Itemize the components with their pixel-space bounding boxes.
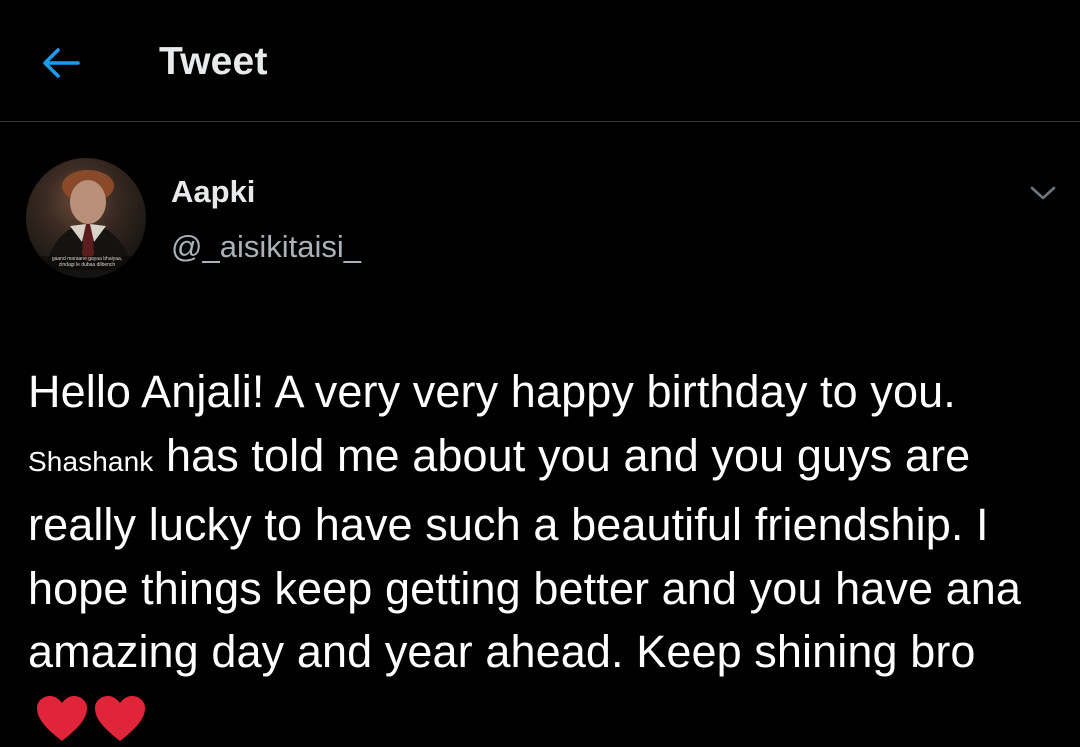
chevron-down-icon [1030, 186, 1056, 200]
mention-name: Shashank [28, 445, 154, 477]
avatar-caption: gaand maraane gayaa bhaiyaa, zindagi le … [51, 256, 123, 268]
avatar[interactable]: gaand maraane gayaa bhaiyaa, zindagi le … [26, 158, 146, 278]
more-options-button[interactable] [1022, 176, 1064, 210]
author-name[interactable]: Aapki [171, 174, 255, 210]
red-heart-icon [95, 695, 145, 741]
top-bar: Tweet [0, 0, 1080, 122]
arrow-left-icon [43, 48, 80, 78]
author-handle[interactable]: @_aisikitaisi_ [171, 229, 361, 265]
tweet-body: Hello Anjali! A very very happy birthday… [28, 360, 1058, 747]
page-title: Tweet [159, 40, 268, 83]
tweet-text-part1: Hello Anjali! A very very happy birthday… [28, 366, 956, 417]
heart-emojis [34, 694, 150, 744]
tweet-text-part2: has told me about you and you guys are r… [28, 429, 1022, 678]
back-button[interactable] [38, 42, 84, 84]
red-heart-icon [37, 695, 87, 741]
